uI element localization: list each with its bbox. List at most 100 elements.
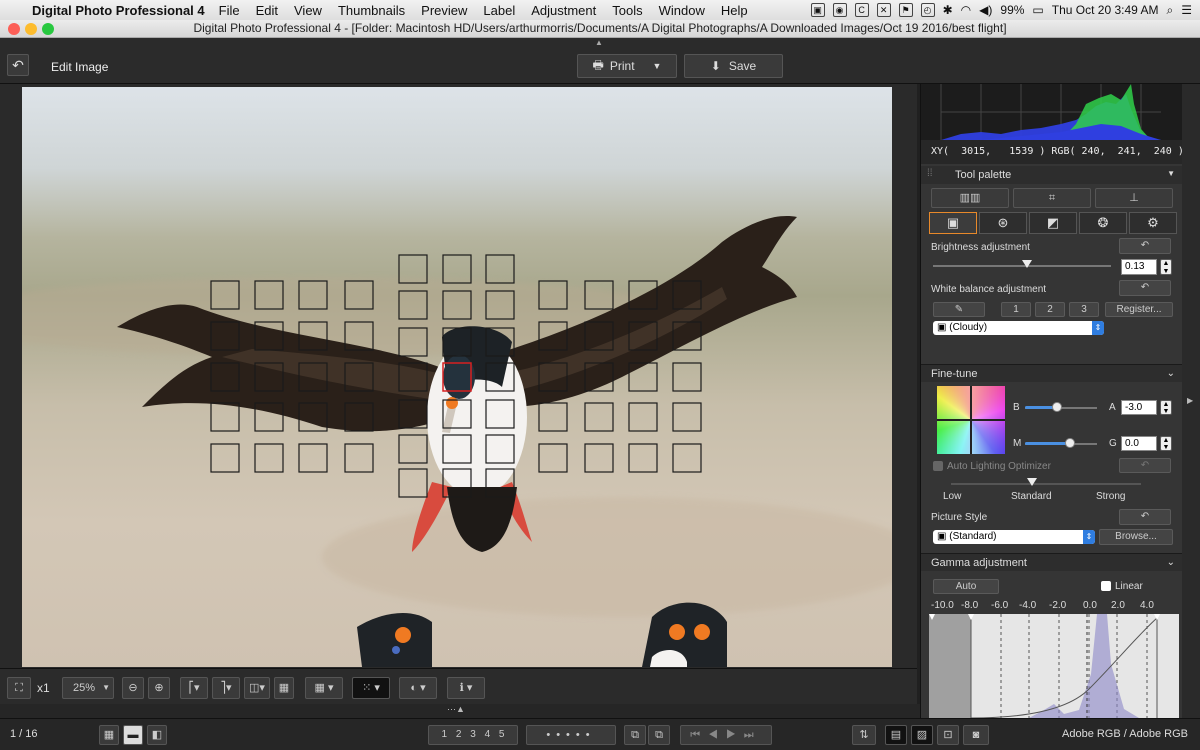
photo-preview[interactable] (22, 87, 892, 667)
gamma-auto-button[interactable]: Auto (933, 579, 999, 594)
menu-file[interactable]: File (219, 3, 240, 18)
single-view-button[interactable]: ▬ (123, 725, 143, 745)
wb-register-button[interactable]: Register... (1105, 302, 1173, 317)
menu-edit[interactable]: Edit (256, 3, 278, 18)
brightness-value-field[interactable]: 0.13 (1121, 259, 1157, 275)
view-mode-3-button[interactable]: ⊡ (937, 725, 959, 745)
picture-style-reset-button[interactable]: ↶ (1119, 509, 1171, 525)
rotate-left-button[interactable]: ⎡▾ (180, 677, 208, 699)
drag-handle-icon[interactable]: ⁞⁞ (927, 168, 933, 179)
search-icon[interactable]: ⌕ (1167, 3, 1174, 18)
copy-recipe-button[interactable]: ⧉ (624, 725, 646, 745)
app-menu[interactable]: Digital Photo Professional 4 (32, 3, 205, 18)
label-3[interactable]: 3 (470, 729, 476, 740)
compare-button[interactable]: ◫▾ (244, 677, 270, 699)
tab-detail[interactable]: ⊛ (979, 212, 1027, 234)
wifi-icon[interactable]: ◠ (961, 3, 971, 17)
collapse-icon[interactable]: ⌄ (1167, 554, 1175, 572)
layout-button[interactable]: ▦ (274, 677, 294, 699)
list-view-button[interactable]: ◧ (147, 725, 167, 745)
af-point-button[interactable]: ⁙ ▾ (352, 677, 390, 699)
rotate-right-button[interactable]: ⎤▾ (212, 677, 240, 699)
panel-collapse-strip[interactable]: ▶ (1182, 84, 1200, 718)
alo-track[interactable] (951, 483, 1141, 485)
brightness-reset-button[interactable]: ↶ (1119, 238, 1171, 254)
tab-color[interactable]: ❂ (1079, 212, 1127, 234)
minimize-window-button[interactable] (25, 23, 37, 35)
tab-tone-curve[interactable]: ◩ (1029, 212, 1077, 234)
print-button[interactable]: 🖶 Print ▼ (577, 54, 677, 78)
zoom-in-button[interactable]: ⊕ (148, 677, 170, 699)
collapse-arrow-icon[interactable]: ▲ (595, 38, 603, 47)
bluetooth-icon[interactable]: ✱ (943, 3, 953, 17)
b-slider-handle[interactable] (1052, 402, 1063, 412)
wb-preset-1[interactable]: 1 (1001, 302, 1031, 317)
label-buttons[interactable]: 1 2 3 4 5 (428, 725, 518, 745)
expand-handle-icon[interactable]: ⋯▲ (447, 704, 465, 715)
status-icon[interactable]: ◉ (832, 3, 847, 17)
white-balance-select[interactable]: ▣ (Cloudy) ⇕ (933, 321, 1104, 335)
back-button[interactable]: ↶ (7, 54, 29, 76)
tool-stamp-button[interactable]: ⊥ (1095, 188, 1173, 208)
fit-screen-button[interactable]: ⛶ (7, 677, 31, 699)
rating-stars[interactable]: ••••• (526, 725, 616, 745)
picture-style-select[interactable]: ▣ (Standard) ⇕ (933, 530, 1095, 544)
g-value-field[interactable]: 0.0 (1121, 436, 1157, 451)
brightness-stepper[interactable]: ▲ ▼ (1160, 259, 1172, 275)
battery-icon[interactable]: ▭ (1032, 3, 1043, 17)
label-4[interactable]: 4 (485, 729, 491, 740)
paste-recipe-button[interactable]: ⧉ (648, 725, 670, 745)
menu-view[interactable]: View (294, 3, 322, 18)
shield-icon[interactable]: ✕ (876, 3, 891, 17)
camera-button[interactable]: ◙ (963, 725, 989, 745)
tool-adjust-button[interactable]: ▥▥ (931, 188, 1009, 208)
chevron-right-icon[interactable]: ▶ (1187, 396, 1193, 405)
sort-button[interactable]: ⇅ (852, 725, 876, 745)
wb-preset-2[interactable]: 2 (1035, 302, 1065, 317)
label-5[interactable]: 5 (499, 729, 505, 740)
gamma-curve-graph[interactable] (929, 614, 1179, 718)
alo-slider-handle[interactable] (1027, 478, 1037, 486)
highlight-alert-button[interactable]: ◐ ▾ (399, 677, 437, 699)
menu-help[interactable]: Help (721, 3, 748, 18)
notification-icon[interactable]: ☰ (1181, 3, 1192, 17)
tab-settings[interactable]: ⚙ (1129, 212, 1177, 234)
status-icon[interactable]: C (854, 3, 869, 17)
tab-basic[interactable]: ▣ (929, 212, 977, 234)
white-balance-reset-button[interactable]: ↶ (1119, 280, 1171, 296)
color-grid[interactable] (937, 386, 1005, 454)
wb-preset-3[interactable]: 3 (1069, 302, 1099, 317)
menu-label[interactable]: Label (483, 3, 515, 18)
eyedropper-button[interactable]: ✎ (933, 302, 985, 317)
alo-reset-button[interactable]: ↶ (1119, 458, 1171, 473)
menu-preview[interactable]: Preview (421, 3, 467, 18)
grid-view-button[interactable]: ▦ (99, 725, 119, 745)
close-window-button[interactable] (8, 23, 20, 35)
alo-checkbox[interactable] (933, 461, 943, 471)
browse-button[interactable]: Browse... (1099, 529, 1173, 545)
label-1[interactable]: 1 (442, 729, 448, 740)
a-stepper[interactable]: ▲ ▼ (1160, 400, 1172, 415)
navigation-buttons[interactable]: ⏮◀▶⏭ (680, 725, 772, 745)
zoom-out-button[interactable]: ⊖ (122, 677, 144, 699)
info-button[interactable]: ℹ ▾ (447, 677, 485, 699)
collapse-icon[interactable]: ⌄ (1167, 365, 1175, 383)
save-button[interactable]: ⬇ Save (684, 54, 783, 78)
brightness-slider-handle[interactable] (1022, 260, 1033, 268)
zoom-select[interactable]: 25% ▼ (62, 677, 114, 699)
menu-thumbnails[interactable]: Thumbnails (338, 3, 405, 18)
view-mode-1-button[interactable]: ▤ (885, 725, 907, 745)
status-icon[interactable]: ⚑ (898, 3, 913, 17)
clock[interactable]: Thu Oct 20 3:49 AM (1052, 3, 1159, 17)
a-value-field[interactable]: -3.0 (1121, 400, 1157, 415)
chevron-down-icon[interactable]: ▼ (1167, 169, 1175, 178)
menu-adjustment[interactable]: Adjustment (531, 3, 596, 18)
fine-tune-header[interactable]: Fine-tune ⌄ (921, 364, 1182, 382)
menu-window[interactable]: Window (659, 3, 705, 18)
tool-crop-button[interactable]: ⌗ (1013, 188, 1091, 208)
m-slider-handle[interactable] (1064, 438, 1075, 448)
zoom-window-button[interactable] (42, 23, 54, 35)
label-2[interactable]: 2 (456, 729, 462, 740)
gamma-header[interactable]: Gamma adjustment ⌄ (921, 553, 1182, 571)
grid-overlay-button[interactable]: ▦ ▾ (305, 677, 343, 699)
